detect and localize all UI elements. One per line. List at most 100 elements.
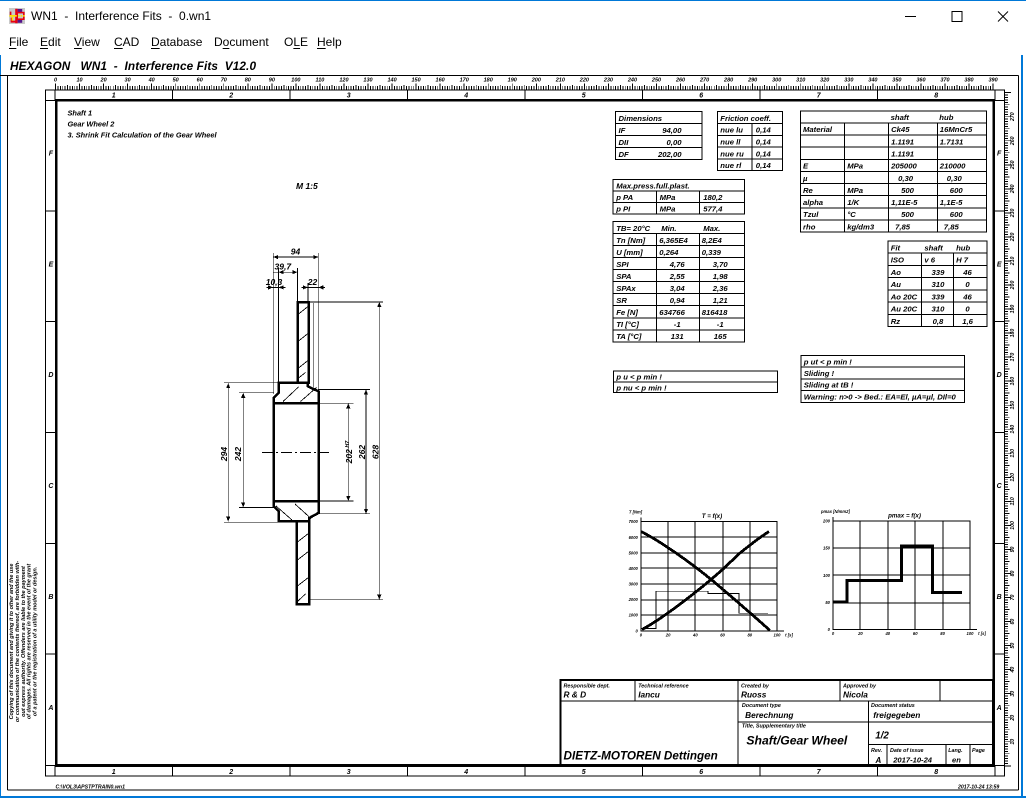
svg-text:Max.press.full.plast.: Max.press.full.plast. [616, 181, 689, 190]
svg-text:1,98: 1,98 [713, 272, 729, 281]
svg-text:1/2: 1/2 [875, 730, 889, 741]
svg-text:Fe [N]: Fe [N] [616, 308, 638, 317]
svg-text:270: 270 [699, 77, 709, 83]
svg-text:Au: Au [890, 280, 902, 289]
svg-text:202 H7: 202 H7 [344, 440, 354, 465]
svg-text:0,94: 0,94 [670, 296, 686, 305]
svg-text:E: E [997, 261, 1002, 268]
svg-text:110: 110 [1010, 497, 1016, 505]
svg-text:E: E [803, 162, 809, 171]
svg-text:2: 2 [228, 769, 233, 776]
svg-text:210: 210 [555, 77, 565, 83]
svg-text:kg/dm3: kg/dm3 [847, 222, 875, 231]
svg-text:3,70: 3,70 [713, 260, 729, 269]
svg-text:4,76: 4,76 [669, 260, 686, 269]
svg-text:Gear Wheel 2: Gear Wheel 2 [68, 120, 116, 129]
svg-text:20: 20 [857, 631, 863, 636]
svg-text:rho: rho [803, 222, 816, 231]
svg-text:200: 200 [1010, 281, 1016, 291]
svg-text:shaft: shaft [924, 243, 943, 252]
svg-text:120: 120 [1010, 473, 1016, 482]
svg-text:TI [°C]: TI [°C] [616, 320, 639, 329]
svg-text:SPI: SPI [616, 260, 629, 269]
svg-text:Max.: Max. [703, 224, 720, 233]
svg-text:0: 0 [640, 632, 643, 637]
svg-text:en: en [952, 756, 961, 765]
svg-text:Ruoss: Ruoss [741, 690, 767, 700]
svg-text:40: 40 [1010, 667, 1016, 674]
svg-text:5: 5 [582, 769, 586, 776]
svg-text:150: 150 [1010, 401, 1016, 410]
svg-text:50: 50 [825, 600, 830, 605]
svg-text:Au 20C: Au 20C [890, 305, 918, 314]
svg-text:0: 0 [54, 77, 57, 83]
svg-text:of a patent or the registratio: of a patent or the registration of a uti… [33, 566, 39, 716]
svg-text:50: 50 [1010, 643, 1016, 649]
svg-text:hub: hub [939, 113, 953, 122]
svg-text:1,6: 1,6 [962, 317, 973, 326]
svg-text:7: 7 [817, 93, 822, 100]
svg-text:130: 130 [1010, 449, 1016, 458]
svg-text:Page: Page [972, 748, 985, 754]
svg-text:SPA: SPA [616, 272, 631, 281]
svg-text:Document status: Document status [871, 703, 915, 709]
svg-text:0: 0 [832, 631, 835, 636]
svg-text:4: 4 [463, 769, 468, 776]
svg-text:165: 165 [714, 332, 728, 341]
svg-text:M 1:5: M 1:5 [296, 181, 318, 191]
svg-text:150: 150 [412, 77, 421, 83]
svg-text:1.1191: 1.1191 [891, 149, 914, 158]
svg-text:40: 40 [884, 631, 890, 636]
svg-text:50: 50 [173, 77, 179, 83]
svg-text:370: 370 [940, 77, 949, 83]
svg-text:160: 160 [436, 77, 445, 83]
svg-text:A: A [875, 756, 882, 765]
svg-text:600: 600 [950, 210, 964, 219]
svg-text:A: A [47, 705, 53, 712]
svg-text:202,00: 202,00 [657, 150, 682, 159]
svg-text:p ut < p min !: p ut < p min ! [803, 357, 852, 366]
svg-text:ISO: ISO [891, 256, 904, 265]
svg-text:SR: SR [616, 296, 627, 305]
svg-text:t [s]: t [s] [978, 631, 986, 636]
svg-text:Berechnung: Berechnung [745, 710, 793, 720]
svg-text:1/K: 1/K [847, 198, 860, 207]
svg-text:2,55: 2,55 [669, 272, 686, 281]
svg-text:180: 180 [484, 77, 493, 83]
svg-text:80: 80 [245, 77, 251, 83]
svg-text:180,2: 180,2 [703, 193, 723, 202]
svg-text:70: 70 [221, 77, 227, 83]
svg-text:16MnCr5: 16MnCr5 [940, 125, 973, 134]
svg-text:70: 70 [1010, 595, 1016, 601]
svg-text:Tn [Nm]: Tn [Nm] [616, 236, 645, 245]
svg-text:80: 80 [940, 631, 945, 636]
svg-text:nue rl: nue rl [720, 161, 742, 170]
svg-text:1,1E-5: 1,1E-5 [940, 198, 963, 207]
svg-text:20: 20 [665, 632, 671, 637]
svg-text:F: F [997, 151, 1002, 158]
svg-text:U [mm]: U [mm] [616, 248, 643, 257]
svg-text:Rz: Rz [891, 317, 901, 326]
svg-text:5: 5 [582, 93, 586, 100]
svg-text:F: F [49, 151, 54, 158]
svg-text:816418: 816418 [702, 308, 728, 317]
svg-text:40: 40 [148, 77, 155, 83]
svg-text:Iancu: Iancu [638, 690, 660, 700]
svg-text:10: 10 [76, 77, 82, 83]
svg-text:MPa: MPa [847, 186, 864, 195]
svg-text:310: 310 [932, 280, 946, 289]
svg-text:1000: 1000 [629, 613, 639, 618]
svg-text:MPa: MPa [660, 193, 677, 202]
svg-text:90: 90 [269, 77, 275, 83]
svg-text:100: 100 [823, 573, 831, 578]
svg-text:Nicola: Nicola [843, 690, 868, 700]
svg-text:MPa: MPa [847, 162, 864, 171]
svg-text:Re: Re [803, 186, 814, 195]
svg-text:242: 242 [233, 447, 243, 462]
svg-text:7,85: 7,85 [944, 222, 960, 231]
svg-text:0: 0 [636, 628, 639, 633]
svg-text:120: 120 [339, 77, 348, 83]
svg-text:100: 100 [291, 77, 300, 83]
svg-text:577,4: 577,4 [703, 204, 723, 213]
svg-text:1,21: 1,21 [713, 296, 728, 305]
